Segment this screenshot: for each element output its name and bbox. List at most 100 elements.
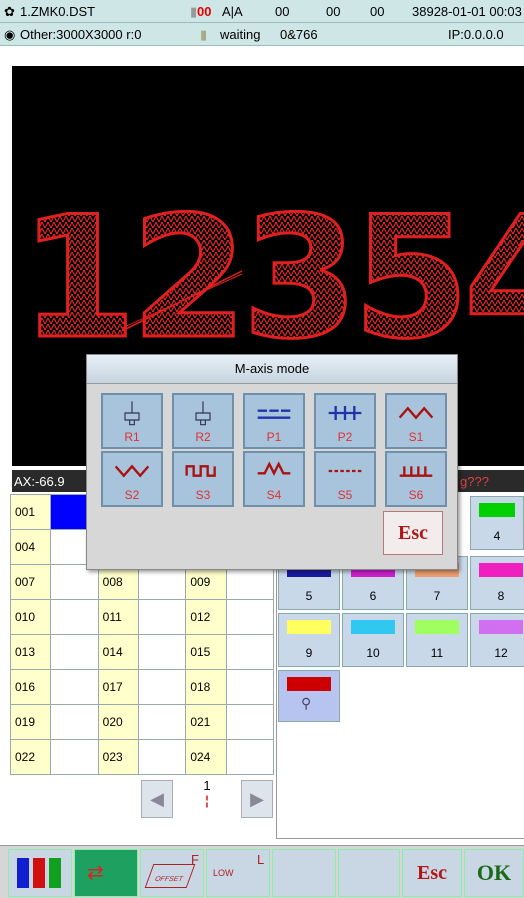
stitch-pattern-icon [257, 461, 291, 476]
m-axis-mode-s6-button[interactable]: S6 [385, 451, 447, 507]
grid-cell-number[interactable]: 023 [97, 739, 139, 775]
swap-icon: ⇄ [87, 862, 104, 884]
grid-row: 013 014 015 [9, 634, 275, 670]
grid-cell-number[interactable]: 014 [97, 634, 139, 670]
stitch-pattern-icon [114, 464, 150, 478]
grid-cell-number[interactable]: 016 [9, 669, 52, 705]
grid-cell-color[interactable] [137, 669, 187, 705]
status-right: g??? [460, 474, 489, 489]
other-info: Other:3000X3000 r:0 [20, 27, 142, 42]
needle-button-4[interactable]: 4 [470, 496, 524, 550]
needle-button-9[interactable]: 9 [278, 613, 340, 667]
toolbar-blank-2[interactable] [338, 849, 400, 897]
grid-cell-number[interactable]: 007 [9, 564, 52, 600]
needle-number-label: 9 [305, 646, 313, 660]
needle-color-swatch [287, 620, 331, 634]
offset-icon: OFFSET [144, 864, 196, 888]
header-row-2: ◉ Other:3000X3000 r:0 ▮ waiting 0&766 IP… [0, 23, 524, 46]
grid-cell-color[interactable] [225, 704, 275, 740]
dialog-title: M-axis mode [87, 355, 457, 384]
m-axis-mode-s5-button[interactable]: S5 [314, 451, 376, 507]
needle-button-8[interactable]: 8 [470, 556, 524, 610]
needle-button-12[interactable]: 12 [470, 613, 524, 667]
needle-number-label: 4 [493, 529, 501, 543]
design-text: 12354 [20, 180, 524, 376]
grid-cell-color[interactable] [225, 739, 275, 775]
ip-address: IP:0.0.0.0 [448, 27, 504, 42]
grid-cell-color[interactable] [225, 669, 275, 705]
stitch-pattern-icon [398, 406, 434, 420]
m-axis-mode-s1-button[interactable]: S1 [385, 393, 447, 449]
offset-button[interactable]: OFFSET F [140, 849, 204, 897]
grid-cell-number[interactable]: 004 [9, 529, 52, 565]
stitch-pattern-icon [124, 401, 140, 426]
grid-cell-number[interactable]: 013 [9, 634, 52, 670]
m-axis-mode-label: R2 [195, 430, 211, 444]
needle-number: 00 [197, 4, 212, 19]
dialog-esc-button[interactable]: Esc [383, 511, 443, 555]
grid-cell-color[interactable] [225, 634, 275, 670]
grid-cell-color[interactable] [50, 669, 99, 705]
mode-value: A|A [222, 4, 243, 19]
grid-cell-color[interactable] [137, 634, 187, 670]
grid-cell-number[interactable]: 024 [185, 739, 227, 775]
pager: ◀ 1 ¦ ▶ [141, 778, 273, 818]
m-axis-mode-p2-button[interactable]: P2 [314, 393, 376, 449]
grid-cell-number[interactable]: 018 [185, 669, 227, 705]
toolbar-esc-button[interactable]: Esc [402, 849, 462, 897]
m-axis-mode-r1-button[interactable]: R1 [101, 393, 163, 449]
grid-cell-color[interactable] [50, 634, 99, 670]
low-key-label: L [257, 852, 265, 867]
grid-cell-number[interactable]: 012 [185, 599, 227, 635]
grid-cell-number[interactable]: 022 [9, 739, 52, 775]
m-axis-mode-r2-button[interactable]: R2 [172, 393, 234, 449]
toolbar-blank-1[interactable] [272, 849, 336, 897]
grid-cell-number[interactable]: 010 [9, 599, 52, 635]
needle-button-11[interactable]: 11 [406, 613, 468, 667]
needle-number-label: 12 [494, 646, 508, 660]
m-axis-mode-s3-button[interactable]: S3 [172, 451, 234, 507]
grid-cell-number[interactable]: 011 [97, 599, 139, 635]
stitch-pattern-icon [185, 465, 216, 477]
low-button[interactable]: LOW L [206, 849, 270, 897]
grid-cell-number[interactable]: 001 [9, 494, 52, 530]
grid-cell-number[interactable]: 019 [9, 704, 52, 740]
stitch-pattern-icon [257, 409, 291, 419]
m-axis-mode-s2-button[interactable]: S2 [101, 451, 163, 507]
spool-icon: ▮ [200, 27, 208, 42]
grid-cell-color[interactable] [50, 739, 99, 775]
counter: 0&766 [280, 27, 318, 42]
presser-foot-icon: ⚲ [301, 695, 312, 711]
needle-extra-button[interactable]: ⚲ [278, 670, 340, 722]
file-name: 1.ZMK0.DST [20, 4, 96, 19]
ax-readout: AX:-66.9 [14, 474, 65, 489]
next-page-button[interactable]: ▶ [241, 780, 273, 818]
needle-extra-color [287, 677, 331, 691]
prev-page-button[interactable]: ◀ [141, 780, 173, 818]
grid-row: 022 023 024 [9, 739, 275, 775]
grid-cell-number[interactable]: 020 [97, 704, 139, 740]
needle-number-label: 5 [305, 589, 313, 603]
grid-cell-color[interactable] [50, 704, 99, 740]
grid-cell-color[interactable] [50, 599, 99, 635]
grid-cell-number[interactable]: 017 [97, 669, 139, 705]
m-axis-mode-p1-button[interactable]: P1 [243, 393, 305, 449]
low-icon-label: LOW [213, 868, 234, 878]
grid-cell-color[interactable] [225, 599, 275, 635]
m-axis-mode-s4-button[interactable]: S4 [243, 451, 305, 507]
swap-needle-button[interactable]: ⇄ [74, 849, 138, 897]
page-indicator: 1 ¦ [175, 778, 239, 818]
grid-cell-color[interactable] [137, 599, 187, 635]
grid-cell-number[interactable]: 015 [185, 634, 227, 670]
m-axis-mode-label: S3 [195, 488, 211, 502]
ok-button[interactable]: OK [464, 849, 524, 897]
grid-cell-color[interactable] [137, 739, 187, 775]
needle-button-10[interactable]: 10 [342, 613, 404, 667]
grid-cell-number[interactable]: 021 [185, 704, 227, 740]
needle-color-swatch [479, 620, 523, 634]
grid-cell-color[interactable] [137, 704, 187, 740]
needle-color-swatch [415, 620, 459, 634]
needle-number-label: 11 [430, 646, 444, 660]
stitch-pattern-icon [328, 469, 362, 473]
color-bars-button[interactable] [8, 849, 72, 897]
